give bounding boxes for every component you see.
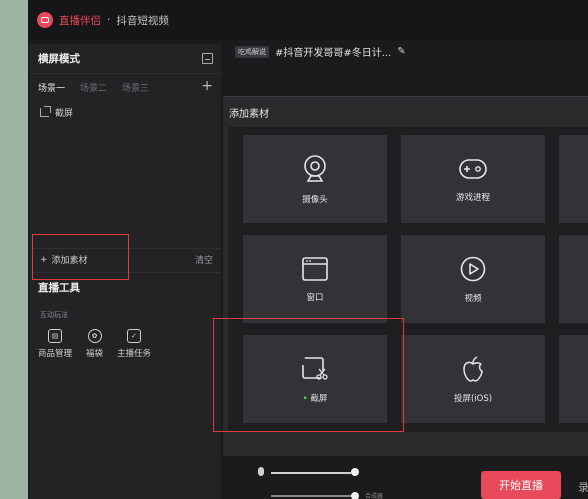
apple-icon [463,355,483,382]
edit-icon[interactable]: ✎ [397,46,405,57]
tool-label: 福袋 [86,349,104,359]
tool-host-tasks[interactable]: ✓ 主播任务 [117,329,151,359]
tile-video[interactable]: 视频 [401,235,545,323]
mixer-label: 合成器 [365,493,384,499]
start-live-button[interactable]: 开始直播 [481,471,561,499]
tile-partial-1[interactable] [559,135,588,223]
mode-title: 横屏模式 [38,53,80,65]
camera-icon [304,154,326,182]
title-bar: 直播伴侣 · 抖音短视频 [28,0,588,40]
app-logo-icon [37,12,53,28]
gamepad-icon [459,158,487,179]
app-subtitle: 抖音短视频 [116,14,169,27]
tile-window[interactable]: 窗口 [243,235,387,323]
add-scene-button[interactable]: + [201,78,213,94]
record-button[interactable]: 录 [578,479,588,495]
tile-label: 窗口 [306,292,324,303]
shop-icon: ▤ [48,329,62,343]
topic-badge: 吃鸡解说 [235,45,269,58]
lucky-bag-icon: ✿ [87,329,102,343]
microphone-icon[interactable] [258,467,264,476]
tool-label: 主播任务 [117,349,152,359]
save-icon[interactable] [202,53,213,64]
clear-button[interactable]: 清空 [195,253,213,266]
tile-ios-cast[interactable]: 投屏(iOS) [401,335,545,423]
highlight-box-screenshot-tile [213,318,404,432]
topic-text[interactable]: #抖音开发哥哥#冬日计... [275,44,391,59]
tool-label: 商品管理 [38,349,73,359]
tile-camera[interactable]: 摄像头 [243,135,387,223]
app-name: 直播伴侣 [59,14,101,27]
tile-label: 投屏(iOS) [453,393,493,404]
tool-product-management[interactable]: ▤ 商品管理 [38,329,72,359]
tile-game-process[interactable]: 游戏进程 [401,135,545,223]
tools-row: ▤ 商品管理 ✿ 福袋 ✓ 主播任务 [38,329,151,359]
bottom-bar: 合成器 开始直播 录 [233,457,588,499]
window-icon [302,256,328,281]
task-icon: ✓ [127,329,142,343]
tab-scene-3[interactable]: 场景三 [122,81,149,94]
dialog-title: 添加素材 [229,109,269,120]
title-separator: · [107,14,111,26]
mic-volume-slider[interactable] [271,472,351,474]
tile-partial-3[interactable] [559,335,588,423]
tab-scene-2[interactable]: 场景二 [80,81,107,94]
mixer-volume-slider[interactable] [271,495,351,497]
tile-label: 视频 [464,293,482,304]
tab-scene-1[interactable]: 场景一 [38,81,65,94]
source-label: 截屏 [55,109,74,119]
mic-volume-knob[interactable] [351,468,359,476]
mode-header: 横屏模式 [30,44,221,74]
tile-label: 游戏进程 [455,192,490,203]
highlight-box-add-source [32,234,129,280]
tile-partial-2[interactable] [559,235,588,323]
tool-lucky-bag[interactable]: ✿ 福袋 [86,329,103,359]
video-play-icon [460,256,486,281]
topic-bar: 吃鸡解说 #抖音开发哥哥#冬日计... ✎ [235,44,406,59]
interactive-section-label: 互动玩法 [40,311,68,319]
scene-tabs: 场景一 场景二 场景三 + [30,74,221,100]
source-item-screenshot[interactable]: 截屏 [30,100,221,125]
mixer-volume-knob[interactable] [351,492,359,499]
tile-label: 摄像头 [302,194,328,205]
crop-icon [40,106,51,117]
